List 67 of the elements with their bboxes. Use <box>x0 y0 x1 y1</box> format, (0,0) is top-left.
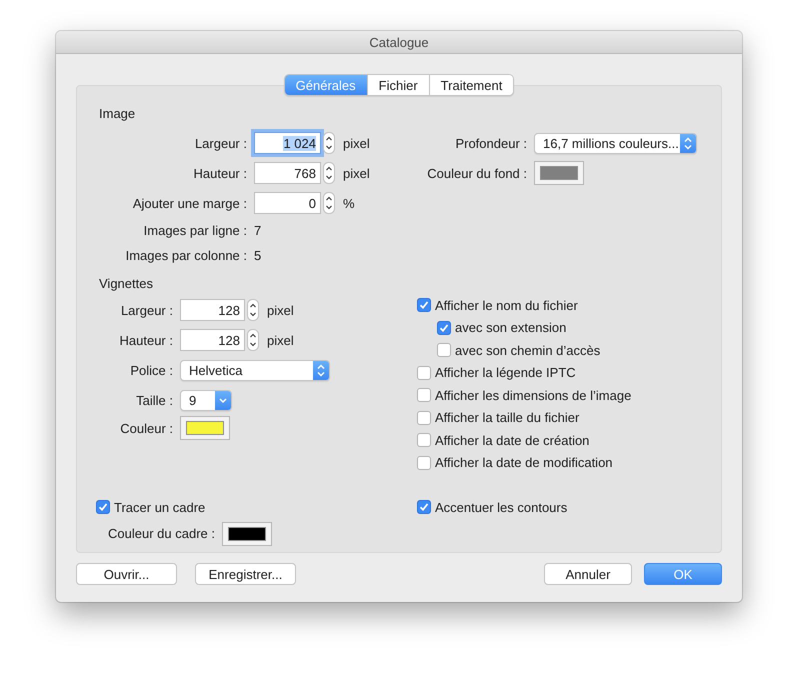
tab[interactable]: Traitement <box>428 75 514 95</box>
checkbox[interactable] <box>417 500 431 514</box>
updown-chevron-icon <box>313 360 329 380</box>
checkbox[interactable] <box>417 456 431 470</box>
updown-chevron-icon <box>680 134 696 152</box>
stepper[interactable] <box>323 162 335 184</box>
checkbox[interactable] <box>417 388 431 402</box>
depth-popup[interactable]: 16,7 millions couleurs... <box>534 132 697 154</box>
stepper[interactable] <box>247 329 259 351</box>
dialog-button[interactable]: Enregistrer... <box>195 563 296 585</box>
section-heading: Image <box>99 106 136 122</box>
font-popup[interactable]: Helvetica <box>180 360 330 380</box>
checkbox-option[interactable]: avec son chemin d’accès <box>417 339 632 362</box>
color-well[interactable] <box>222 522 272 546</box>
info-label: Images par ligne : <box>142 222 247 238</box>
unit-label: pixel <box>343 136 370 150</box>
stepper[interactable] <box>323 132 335 154</box>
field-label: Ajouter une marge : <box>132 196 247 210</box>
input-field[interactable]: 1 024 <box>254 132 321 154</box>
checkbox[interactable] <box>437 320 451 335</box>
color-well[interactable] <box>180 416 230 440</box>
checkbox-option[interactable]: Tracer un cadre <box>96 496 414 518</box>
input-field[interactable]: 0 <box>254 192 321 214</box>
chevron-icon <box>215 390 231 410</box>
checkbox-option[interactable]: Afficher la légende IPTC <box>417 362 632 384</box>
checkbox-option[interactable]: Afficher la date de création <box>417 429 632 452</box>
field-label: Police : <box>129 362 173 378</box>
field-label: Largeur : <box>194 136 247 150</box>
section-heading: Vignettes <box>99 276 154 292</box>
checkbox-option[interactable]: Afficher les dimensions de l’image <box>417 384 632 406</box>
unit-label: % <box>343 196 355 210</box>
info-value: 7 <box>254 222 262 238</box>
checkbox-option[interactable]: avec son extension <box>417 316 632 339</box>
checkbox[interactable] <box>96 500 110 514</box>
stepper[interactable] <box>247 299 259 321</box>
field-label: Profondeur : <box>454 136 527 150</box>
checkbox[interactable] <box>417 366 431 380</box>
color-well[interactable] <box>534 161 584 185</box>
dialog-button[interactable]: Annuler <box>544 563 632 585</box>
field-label: Couleur du cadre : <box>107 526 215 541</box>
unit-label: pixel <box>343 166 370 180</box>
stepper[interactable] <box>323 192 335 214</box>
window-title: Catalogue <box>369 34 429 50</box>
checkbox-option[interactable]: Accentuer les contours <box>417 496 568 518</box>
checkbox[interactable] <box>417 410 431 425</box>
info-label: Images par colonne : <box>124 248 247 262</box>
info-value: 5 <box>254 248 262 262</box>
checkbox[interactable] <box>437 343 451 358</box>
input-field[interactable]: 768 <box>254 162 321 184</box>
checkbox[interactable] <box>417 433 431 448</box>
unit-label: pixel <box>267 332 294 348</box>
tab[interactable]: Fichier <box>366 75 429 95</box>
size-popup[interactable]: 9 <box>180 390 232 410</box>
input-field[interactable]: 128 <box>180 299 245 321</box>
checkbox-option[interactable]: Afficher la date de modification <box>417 452 632 474</box>
checkbox-option[interactable]: Afficher le nom du fichier <box>417 294 632 316</box>
field-label: Couleur du fond : <box>426 166 527 180</box>
field-label: Hauteur : <box>118 332 173 348</box>
unit-label: pixel <box>267 302 294 318</box>
checkbox[interactable] <box>417 298 431 312</box>
field-label: Largeur : <box>120 302 173 318</box>
field-label: Couleur : <box>119 420 173 436</box>
input-field[interactable]: 128 <box>180 329 245 351</box>
field-label: Hauteur : <box>192 166 247 180</box>
checkbox-option[interactable]: Afficher la taille du fichier <box>417 406 632 429</box>
dialog-button[interactable]: Ouvrir... <box>76 563 177 585</box>
field-label: Taille : <box>135 392 173 408</box>
